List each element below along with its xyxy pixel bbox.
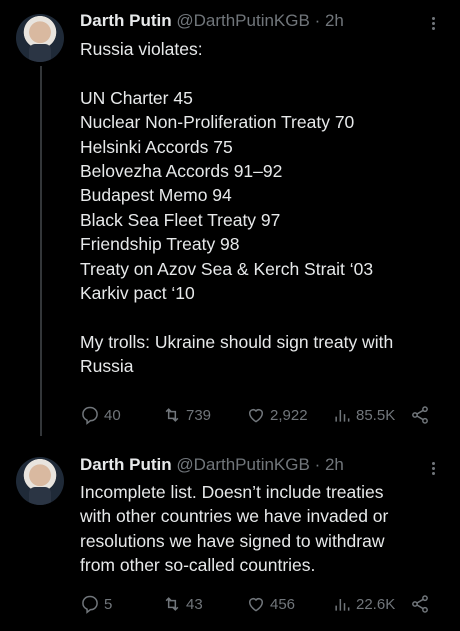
timestamp[interactable]: · 2h <box>315 11 344 30</box>
text-line: Helsinki Accords 75 <box>80 136 233 157</box>
retweet-button[interactable]: 43 <box>162 594 203 614</box>
like-button[interactable]: 2,922 <box>246 405 308 425</box>
reply-button[interactable]: 5 <box>80 594 112 614</box>
text-line: with other countries we have invaded or <box>80 506 389 527</box>
views-count: 22.6K <box>356 595 396 613</box>
retweet-icon <box>165 408 179 422</box>
text-line: Russia <box>80 356 134 377</box>
like-button[interactable]: 456 <box>246 594 295 614</box>
retweet-icon <box>165 597 179 611</box>
avatar[interactable] <box>16 14 64 62</box>
text-line: Friendship Treaty 98 <box>80 234 240 255</box>
share-button[interactable] <box>410 405 430 425</box>
avatar[interactable] <box>16 457 64 505</box>
views-count: 85.5K <box>356 406 396 424</box>
author-handle[interactable]: @DarthPutinKGB <box>176 455 309 474</box>
more-icon[interactable] <box>432 15 436 32</box>
reply-count: 40 <box>104 406 121 424</box>
tweet-actions: 40 739 2,922 85.5K <box>80 405 440 429</box>
tweet[interactable]: Darth Putin @DarthPutinKGB · 2h Incomple… <box>0 445 460 631</box>
heart-icon <box>249 409 263 423</box>
retweet-button[interactable]: 739 <box>162 405 211 425</box>
timestamp[interactable]: · 2h <box>315 455 344 474</box>
reply-button[interactable]: 40 <box>80 405 121 425</box>
author-name[interactable]: Darth Putin <box>80 455 172 474</box>
text-line <box>80 61 393 85</box>
text-line: Incomplete list. Doesn’t include treatie… <box>80 482 384 502</box>
share-icon <box>412 406 428 424</box>
author-handle[interactable]: @DarthPutinKGB <box>176 11 309 30</box>
tweet-actions: 5 43 456 22.6K <box>80 594 440 618</box>
reply-icon <box>82 406 98 425</box>
text-line: Belovezha Accords 91–92 <box>80 161 283 182</box>
text-line <box>80 305 393 329</box>
like-count: 2,922 <box>270 406 308 424</box>
text-line: from other so-called countries. <box>80 555 316 576</box>
text-line: My trolls: Ukraine should sign treaty wi… <box>80 331 394 352</box>
tweet-header: Darth Putin @DarthPutinKGB · 2h <box>80 11 344 31</box>
reply-count: 5 <box>104 595 113 613</box>
heart-icon <box>249 598 263 612</box>
retweet-count: 739 <box>186 406 212 424</box>
share-button[interactable] <box>410 594 430 614</box>
retweet-count: 43 <box>186 595 203 613</box>
views-icon <box>335 599 350 611</box>
more-icon[interactable] <box>432 460 436 477</box>
text-line: Budapest Memo 94 <box>80 185 232 206</box>
text-line: Nuclear Non-Proliferation Treaty 70 <box>80 112 355 133</box>
text-line: Treaty on Azov Sea & Kerch Strait ‘03 <box>80 258 374 279</box>
text-line: Karkiv pact ‘10 <box>80 283 195 304</box>
text-line: UN Charter 45 <box>80 87 193 108</box>
text-line: Black Sea Fleet Treaty 97 <box>80 209 281 230</box>
tweet-text: Incomplete list. Doesn’t include treatie… <box>80 480 388 578</box>
views-button[interactable]: 22.6K <box>332 594 395 614</box>
like-count: 456 <box>270 595 296 613</box>
tweet[interactable]: Darth Putin @DarthPutinKGB · 2h Russia v… <box>0 0 460 445</box>
tweet-text: Russia violates: UN Charter 45 Nuclear N… <box>80 37 393 379</box>
reply-icon <box>82 595 98 614</box>
tweet-header: Darth Putin @DarthPutinKGB · 2h <box>80 455 344 475</box>
views-button[interactable]: 85.5K <box>332 405 395 425</box>
text-line: Russia violates: <box>80 39 203 59</box>
text-line: resolutions we have signed to withdraw <box>80 530 385 551</box>
views-icon <box>335 410 350 422</box>
thread-line <box>40 66 42 436</box>
share-icon <box>412 595 428 613</box>
author-name[interactable]: Darth Putin <box>80 11 172 30</box>
